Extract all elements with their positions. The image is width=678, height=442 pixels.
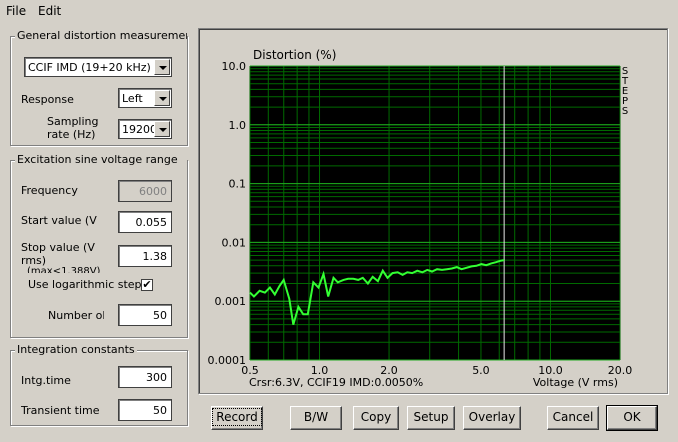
- cancel-button[interactable]: Cancel: [547, 406, 599, 430]
- y-tick-label: 1.0: [229, 119, 247, 132]
- y-tick-label: 0.001: [215, 295, 247, 308]
- number-label: Number ol: [48, 309, 104, 322]
- intg-time-field[interactable]: 300: [118, 366, 172, 388]
- general-group-title: General distortion measuremen: [15, 29, 187, 42]
- record-button-label: Record: [212, 408, 262, 426]
- sampling-rate-select[interactable]: 192000: [118, 119, 172, 139]
- chevron-down-icon[interactable]: [154, 90, 170, 106]
- plot-area: [250, 66, 620, 360]
- menu-bar: File Edit: [0, 0, 678, 22]
- measurement-type-value: CCIF IMD (19+20 kHz): [28, 61, 151, 74]
- y-tick-label: 0.01: [222, 236, 247, 249]
- excitation-group-title: Excitation sine voltage range: [15, 153, 187, 166]
- stop-value-field[interactable]: 1.38: [118, 245, 172, 267]
- setup-button[interactable]: Setup: [407, 406, 455, 430]
- chart-xlabel: Voltage (V rms): [533, 376, 618, 389]
- frequency-field: 6000: [118, 180, 172, 202]
- integration-group: Integration constants Intg.time 300 Tran…: [10, 343, 188, 426]
- distortion-chart[interactable]: Distortion (%) 10.0 1.0 0.1 0.01 0.001 0.0001…: [199, 29, 667, 393]
- chevron-down-icon[interactable]: [154, 59, 170, 75]
- record-button[interactable]: Record: [211, 406, 263, 430]
- frequency-label: Frequency: [21, 184, 78, 197]
- plot-panel: Distortion (%) 10.0 1.0 0.1 0.01 0.001 0.0001…: [198, 28, 668, 394]
- transient-time-field[interactable]: 50: [118, 399, 172, 421]
- side-label-letter: S: [622, 106, 628, 117]
- cursor-readout: Crsr:6.3V, CCIF19 IMD:0.0050%: [249, 376, 423, 389]
- start-value-field[interactable]: 0.055: [118, 211, 172, 233]
- log-step-label: Use logarithmic step: [28, 278, 142, 291]
- menu-edit[interactable]: Edit: [38, 4, 61, 18]
- start-value-label: Start value (V: [21, 214, 97, 227]
- response-label: Response: [21, 93, 74, 106]
- y-tick-label: 0.0001: [208, 354, 247, 367]
- stop-value-note: (max<1.388V): [27, 266, 101, 273]
- overlay-button[interactable]: Overlay: [463, 406, 521, 430]
- general-group: General distortion measuremen CCIF IMD (…: [10, 29, 188, 146]
- response-value: Left: [122, 92, 143, 105]
- response-select[interactable]: Left: [118, 88, 172, 108]
- y-tick-label: 10.0: [222, 60, 247, 73]
- x-tick-label: 5.0: [472, 364, 490, 377]
- number-field[interactable]: 50: [118, 304, 172, 326]
- integration-group-title: Integration constants: [15, 343, 137, 356]
- y-tick-label: 0.1: [229, 178, 247, 191]
- measurement-type-select[interactable]: CCIF IMD (19+20 kHz): [24, 57, 172, 77]
- transient-time-label: Transient time: [21, 404, 100, 417]
- chart-ylabel: Distortion (%): [253, 48, 336, 62]
- log-step-checkbox[interactable]: ✔: [141, 279, 153, 291]
- chevron-down-icon[interactable]: [154, 121, 170, 137]
- bw-button[interactable]: B/W: [290, 406, 342, 430]
- ok-button[interactable]: OK: [606, 405, 658, 431]
- sampling-label-line2: rate (Hz): [47, 128, 96, 141]
- copy-button[interactable]: Copy: [353, 406, 399, 430]
- y-tick-labels: 10.0 1.0 0.1 0.01 0.001 0.0001: [208, 60, 247, 367]
- stop-value-label-line1: Stop value (V: [21, 241, 95, 254]
- excitation-group: Excitation sine voltage range Frequency …: [10, 153, 188, 338]
- intg-time-label: Intg.time: [21, 374, 71, 387]
- steps-side-label: STEPS: [621, 66, 629, 117]
- sampling-label-line1: Sampling: [47, 115, 99, 128]
- menu-file[interactable]: File: [6, 4, 26, 18]
